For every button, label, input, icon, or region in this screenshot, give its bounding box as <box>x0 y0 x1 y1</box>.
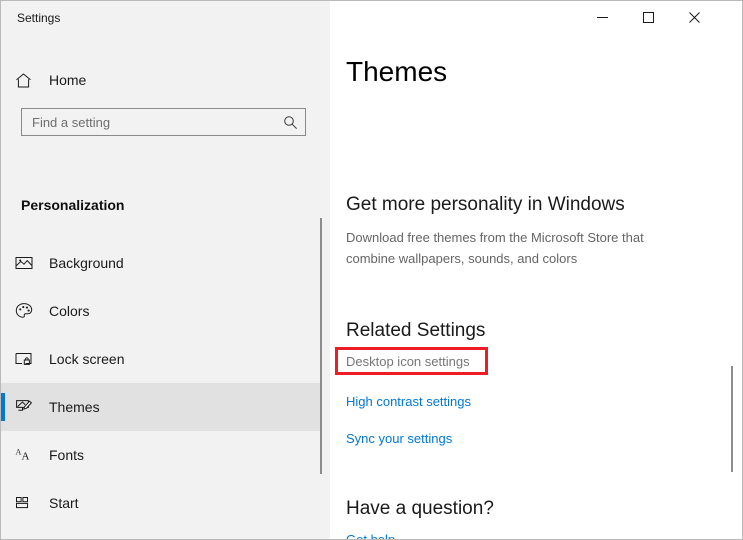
lock-screen-icon <box>15 350 49 368</box>
search-input[interactable] <box>22 109 275 135</box>
palette-icon <box>15 302 49 320</box>
theme-brush-icon <box>15 398 49 416</box>
sidebar-category-title: Personalization <box>21 197 125 213</box>
fonts-icon: A A <box>15 446 49 464</box>
sidebar-scrollbar-thumb[interactable] <box>320 218 322 474</box>
minimize-button[interactable] <box>579 1 625 33</box>
maximize-button[interactable] <box>625 1 671 33</box>
sidebar-item-start-label: Start <box>49 494 79 511</box>
sidebar-nav-list: Background Colors Lock screen Themes A A… <box>1 239 321 539</box>
start-tiles-icon <box>15 494 49 512</box>
have-a-question-heading: Have a question? <box>346 498 494 519</box>
settings-window: Settings Home Find a setting Personaliza… <box>0 0 743 540</box>
desktop-icon-settings-link[interactable]: Desktop icon settings <box>346 353 470 370</box>
close-button[interactable] <box>671 1 717 33</box>
sidebar-item-fonts[interactable]: A A Fonts <box>1 431 321 479</box>
svg-text:A: A <box>22 451 30 463</box>
sidebar-item-background-label: Background <box>49 254 124 271</box>
window-title: Settings <box>17 11 61 25</box>
sidebar: Home Personalization <box>1 37 330 539</box>
sidebar-item-fonts-label: Fonts <box>49 446 85 463</box>
sidebar-item-taskbar[interactable]: Taskbar <box>1 527 321 539</box>
home-icon <box>15 72 49 89</box>
high-contrast-settings-link[interactable]: High contrast settings <box>346 393 471 410</box>
page-title: Themes <box>346 56 448 87</box>
sidebar-item-background[interactable]: Background <box>1 239 321 287</box>
content-scrollbar[interactable] <box>728 333 740 523</box>
get-help-link[interactable]: Get help <box>346 531 395 539</box>
sidebar-item-lock-screen[interactable]: Lock screen <box>1 335 321 383</box>
sidebar-item-home-label: Home <box>49 71 87 88</box>
sidebar-item-colors[interactable]: Colors <box>1 287 321 335</box>
sidebar-item-lock-screen-label: Lock screen <box>49 350 125 367</box>
promo-body-text: Download free themes from the Microsoft … <box>346 230 644 266</box>
content-scrollbar-thumb[interactable] <box>731 366 733 472</box>
sidebar-item-colors-label: Colors <box>49 302 90 319</box>
search-icon[interactable] <box>275 109 305 135</box>
search-box[interactable] <box>21 108 306 136</box>
sidebar-item-start[interactable]: Start <box>1 479 321 527</box>
title-bar: Settings <box>1 1 742 37</box>
picture-icon <box>15 254 49 272</box>
sidebar-item-themes-label: Themes <box>49 398 100 415</box>
sync-your-settings-link[interactable]: Sync your settings <box>346 430 452 447</box>
promo-heading: Get more personality in Windows <box>346 194 625 215</box>
sidebar-item-themes[interactable]: Themes <box>1 383 321 431</box>
main-content: Themes Get more personality in Windows D… <box>330 37 742 539</box>
sidebar-item-home[interactable]: Home <box>1 63 321 97</box>
related-settings-heading: Related Settings <box>346 320 486 341</box>
sidebar-scrollbar[interactable] <box>318 218 330 528</box>
